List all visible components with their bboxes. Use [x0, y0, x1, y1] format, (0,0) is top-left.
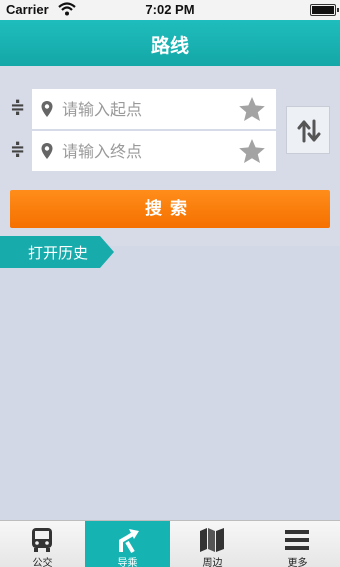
tab-bar: 公交 导乘 周边 更多 [0, 520, 340, 567]
start-marker-icon: ≑ [10, 97, 26, 118]
map-icon [200, 528, 224, 552]
status-bar: Carrier 7:02 PM [0, 0, 340, 20]
status-time: 7:02 PM [145, 2, 195, 17]
open-history-button[interactable]: 打开历史 [0, 236, 114, 268]
bus-icon [32, 528, 52, 552]
swap-arrows-icon [297, 119, 321, 143]
start-point-input[interactable] [62, 89, 232, 129]
battery-icon [310, 4, 339, 16]
search-button[interactable]: 搜索 [10, 190, 330, 228]
swap-button[interactable] [286, 106, 330, 154]
end-point-input[interactable] [62, 131, 232, 171]
location-pin-icon [41, 143, 53, 159]
navigation-bar: 路线 [0, 20, 340, 66]
favorite-star-icon[interactable] [238, 138, 266, 164]
tab-nearby[interactable]: 周边 [170, 521, 255, 567]
tab-label: 公交 [32, 558, 53, 567]
end-marker-icon: ≑ [10, 139, 26, 160]
content-area [0, 268, 340, 520]
tab-label: 周边 [202, 558, 223, 567]
end-input-box[interactable] [32, 131, 276, 171]
history-label: 打开历史 [28, 244, 89, 262]
start-input-box[interactable] [32, 89, 276, 129]
favorite-star-icon[interactable] [238, 96, 266, 122]
tab-more[interactable]: 更多 [255, 521, 340, 567]
page-title: 路线 [150, 35, 189, 57]
tab-bus[interactable]: 公交 [0, 521, 85, 567]
tab-label: 导乘 [117, 558, 138, 567]
location-pin-icon [41, 101, 53, 117]
route-arrow-icon [119, 529, 139, 553]
menu-icon [285, 530, 309, 550]
tab-guide[interactable]: 导乘 [85, 521, 170, 567]
tab-label: 更多 [287, 558, 308, 567]
